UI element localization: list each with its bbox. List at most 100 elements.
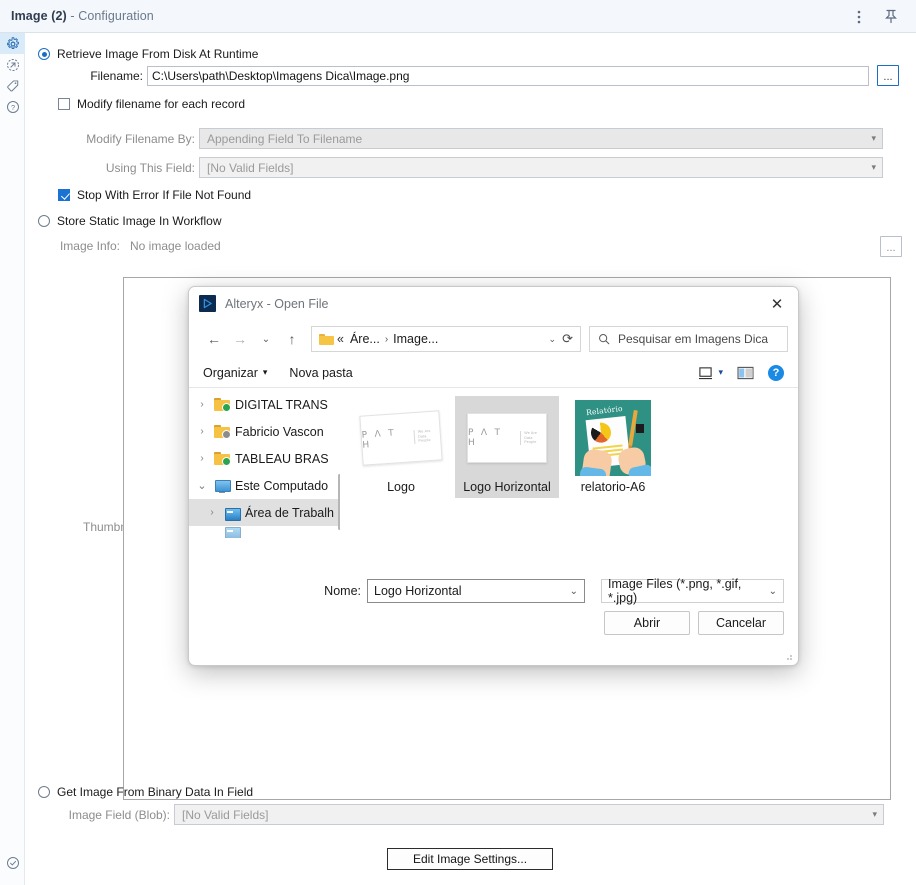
tree-item-area-de-trabalho[interactable]: › Área de Trabalh: [189, 499, 341, 526]
radio-get-from-blob[interactable]: Get Image From Binary Data In Field: [38, 785, 253, 799]
resize-grip[interactable]: [783, 651, 793, 661]
up-button[interactable]: ↑: [279, 326, 305, 352]
dialog-navigation-bar: ← → ⌄ ↑ « Áre... › Image... ⌄ ⟳ Pesquisa…: [189, 320, 798, 358]
chevron-down-icon[interactable]: ⌄: [195, 479, 209, 492]
radio-retrieve-from-disk[interactable]: Retrieve Image From Disk At Runtime: [38, 47, 258, 61]
open-button[interactable]: Abrir: [604, 611, 690, 635]
svg-text:?: ?: [10, 102, 14, 111]
file-name-label: Logo: [387, 480, 415, 494]
kebab-menu-icon[interactable]: [850, 8, 868, 26]
filename-label: Filename:: [90, 68, 143, 83]
static-image-browse-button[interactable]: ...: [880, 235, 902, 257]
file-item-logo-horizontal[interactable]: P Λ T H We Are Data People Logo Horizont…: [455, 396, 559, 498]
close-icon[interactable]: ✕: [756, 287, 798, 320]
tree-item-fabricio-vascon[interactable]: › Fabricio Vascon: [189, 418, 341, 445]
checkbox-stop-with-error[interactable]: Stop With Error If File Not Found: [58, 188, 251, 202]
breadcrumb-chevron-down-icon[interactable]: ⌄: [543, 334, 563, 345]
using-this-field-label: Using This Field:: [105, 160, 195, 175]
window-title-bar: Image (2) - Configuration: [0, 0, 916, 33]
image-field-blob-value: [No Valid Fields]: [182, 807, 269, 822]
back-button[interactable]: ←: [201, 326, 227, 352]
using-this-field-select[interactable]: [No Valid Fields] ▾: [199, 157, 883, 178]
rail-item-output[interactable]: [0, 54, 25, 75]
edit-image-settings-button[interactable]: Edit Image Settings...: [387, 848, 553, 870]
tree-item-label: Fabricio Vascon: [235, 424, 324, 439]
tree-item-digital-trans[interactable]: › DIGITAL TRANS: [189, 391, 341, 418]
chevron-right-icon[interactable]: ›: [195, 453, 209, 464]
tree-item-label: DIGITAL TRANS: [235, 397, 328, 412]
preview-pane-button[interactable]: [737, 366, 754, 380]
image-info-label: Image Info:: [59, 239, 120, 253]
file-item-relatorio-a6[interactable]: Relatório relatorio-A6: [561, 396, 665, 498]
using-this-field-row: Using This Field: [No Valid Fields] ▾: [25, 157, 916, 178]
file-list: P Λ T H We Are Data People Logo P Λ T H …: [341, 388, 798, 569]
open-file-dialog: Alteryx - Open File ✕ ← → ⌄ ↑ « Áre... ›…: [188, 286, 799, 666]
file-type-filter-value: Image Files (*.png, *.gif, *.jpg): [608, 577, 742, 605]
tree-item-label: Este Computado: [235, 478, 329, 493]
chevron-right-icon[interactable]: ›: [195, 399, 209, 410]
chevron-down-icon: ▾: [871, 162, 876, 172]
filename-browse-button[interactable]: ...: [877, 65, 899, 86]
refresh-icon[interactable]: ⟳: [562, 331, 575, 347]
desktop-icon: [224, 506, 241, 521]
pin-icon[interactable]: [882, 8, 900, 26]
help-icon: ?: [6, 100, 19, 113]
path-logo-image: P Λ T H We Are Data People: [467, 413, 547, 463]
radio-retrieve-from-disk-control[interactable]: [38, 48, 50, 60]
organize-label: Organizar: [203, 365, 258, 380]
rail-status-area: [0, 852, 25, 873]
organize-button[interactable]: Organizar ▾: [203, 366, 267, 380]
modify-filename-by-value: Appending Field To Filename: [207, 131, 363, 146]
rail-item-help[interactable]: ?: [0, 96, 25, 117]
tree-item-tableau-bras[interactable]: › TABLEAU BRAS: [189, 445, 341, 472]
breadcrumb[interactable]: « Áre... › Image... ⌄ ⟳: [311, 326, 581, 352]
radio-get-from-blob-control[interactable]: [38, 786, 50, 798]
dialog-body: › DIGITAL TRANS › Fabricio Vascon › TABL…: [189, 388, 798, 569]
new-folder-button[interactable]: Nova pasta: [289, 366, 352, 380]
file-type-filter-select[interactable]: Image Files (*.png, *.gif, *.jpg) ⌄: [601, 577, 784, 605]
path-logo-tagline: We Are Data People: [520, 431, 546, 445]
tree-item-este-computador[interactable]: ⌄ Este Computado: [189, 472, 341, 499]
file-name-input[interactable]: Logo Horizontal ⌄: [367, 579, 585, 603]
search-input[interactable]: Pesquisar em Imagens Dica: [589, 326, 788, 352]
tag-icon: [6, 79, 18, 91]
file-name-row: Nome: Logo Horizontal ⌄ Image Files (*.p…: [203, 577, 784, 605]
view-options-button[interactable]: ▾: [698, 366, 723, 380]
tagline-2: Data People: [417, 433, 431, 444]
tree-divider: [340, 388, 341, 569]
dialog-buttons: Abrir Cancelar: [203, 611, 784, 635]
radio-store-static-image-label: Store Static Image In Workflow: [57, 214, 222, 228]
cancel-button[interactable]: Cancelar: [698, 611, 784, 635]
chevron-right-icon[interactable]: ›: [195, 426, 209, 437]
breadcrumb-part-2[interactable]: Image...: [393, 332, 438, 346]
modify-filename-by-select[interactable]: Appending Field To Filename ▾: [199, 128, 883, 149]
checkbox-modify-filename-label: Modify filename for each record: [77, 97, 246, 111]
checkbox-modify-filename[interactable]: Modify filename for each record: [58, 97, 245, 111]
tagline-1: We Are: [524, 431, 538, 436]
rail-item-configuration[interactable]: [0, 33, 25, 54]
rail-item-annotation[interactable]: [0, 75, 25, 96]
filename-input[interactable]: C:\Users\path\Desktop\Imagens Dica\Image…: [147, 65, 869, 86]
tree-item-partial[interactable]: [189, 526, 341, 538]
breadcrumb-part-1[interactable]: Áre...: [350, 332, 380, 346]
checkbox-stop-with-error-control[interactable]: [58, 189, 70, 201]
radio-retrieve-from-disk-label: Retrieve Image From Disk At Runtime: [57, 47, 259, 61]
recent-locations-button[interactable]: ⌄: [253, 326, 279, 352]
navigation-tree: › DIGITAL TRANS › Fabricio Vascon › TABL…: [189, 388, 341, 569]
chevron-right-icon[interactable]: ›: [205, 507, 219, 518]
modify-filename-by-label: Modify Filename By:: [86, 131, 195, 146]
file-item-logo[interactable]: P Λ T H We Are Data People Logo: [349, 396, 453, 498]
preview-pane-icon: [737, 366, 754, 379]
checkbox-modify-filename-control[interactable]: [58, 98, 70, 110]
breadcrumb-prefix: «: [337, 332, 344, 346]
path-logo-tagline: We Are Data People: [413, 428, 441, 444]
view-chevron-down-icon: ▾: [718, 367, 723, 377]
title-bar-actions: [850, 0, 910, 33]
file-thumbnail: P Λ T H We Are Data People: [461, 402, 553, 474]
radio-store-static-image-control[interactable]: [38, 215, 50, 227]
tagline-2: Data People: [524, 435, 537, 445]
radio-store-static-image[interactable]: Store Static Image In Workflow: [38, 214, 222, 228]
help-icon[interactable]: ?: [768, 364, 784, 381]
forward-button[interactable]: →: [227, 326, 253, 352]
image-field-blob-select[interactable]: [No Valid Fields] ▾: [174, 804, 884, 825]
